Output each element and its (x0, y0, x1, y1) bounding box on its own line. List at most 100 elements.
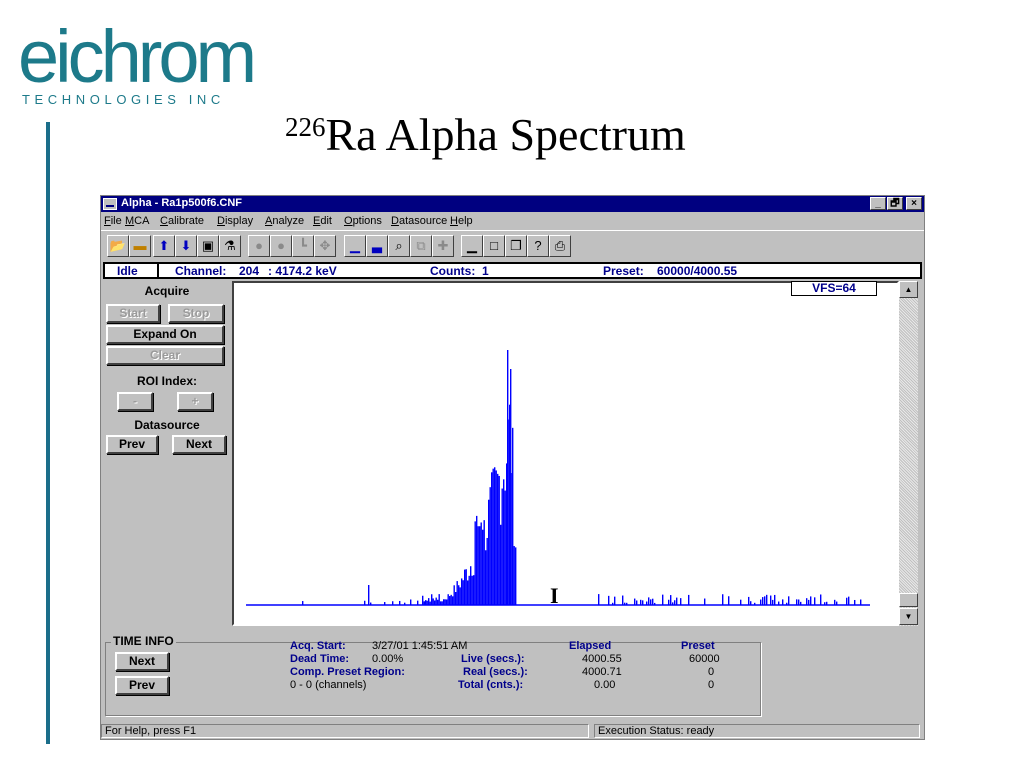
spectrum-channel-bar (497, 473, 499, 605)
spectrum-channel-bar (748, 596, 750, 605)
down-arrow-icon[interactable]: ⬇ (175, 235, 197, 257)
spectrum-channel-bar (429, 601, 431, 605)
scroll-up-button[interactable]: ▲ (899, 281, 918, 298)
spectrum-channel-bar (504, 490, 506, 605)
spectrum-peak-bar (507, 350, 509, 605)
spectrum-channel-bar (680, 598, 682, 605)
open-folder-icon[interactable]: ▬ (129, 235, 151, 257)
spectrum-channel-bar (485, 550, 487, 605)
print-icon[interactable]: ⎙ (549, 235, 571, 257)
spectrum-channel-bar (814, 597, 816, 605)
clear-button[interactable]: Clear (106, 346, 224, 365)
maximize-button[interactable]: 🗗 (887, 197, 903, 210)
rectangle-icon[interactable]: ┗ (292, 235, 314, 257)
spectrum-channel-bar (676, 597, 678, 605)
roi-previous-button[interactable]: - (117, 392, 153, 411)
toolbar: 📂 ▬ ⬆ ⬇ ▣ ⚗ ● ● ┗ ✥ ▁ ▃ ⌕ ⧉ ✚ ▁ □ ❐ ? ⎙ (101, 230, 924, 260)
plus-icon[interactable]: ✚ (432, 235, 454, 257)
spectrum-channel-bar (425, 600, 427, 605)
spectrum-2-icon[interactable]: ▃ (366, 235, 388, 257)
spectrum-channel-bar (459, 587, 461, 605)
spectrum-plot[interactable]: I (232, 281, 899, 626)
spectrum-channel-bar (728, 596, 730, 605)
spectrum-channel-bar (302, 601, 304, 605)
spectrum-channel-bar (834, 599, 836, 605)
start-button[interactable]: Start (106, 304, 160, 323)
preset-value: 60000/4000.55 (657, 264, 738, 278)
spectrum-channel-bar (808, 599, 810, 605)
spectrum-channel-bar (782, 599, 784, 605)
spectrum-channel-bar (468, 575, 470, 605)
spectrum-channel-bar (640, 599, 642, 605)
window-icon[interactable]: □ (483, 235, 505, 257)
expand-on-button[interactable]: Expand On (106, 325, 224, 344)
alpha-app-window: Alpha - Ra1p500f6.CNF _ 🗗 × File MCA Cal… (100, 195, 925, 740)
time-info-prev-button[interactable]: Prev (115, 676, 169, 695)
menu-help[interactable]: Help (450, 215, 473, 227)
menu-options[interactable]: Options (344, 215, 382, 227)
menu-calibrate[interactable]: Calibrate (160, 215, 204, 227)
vertical-scrollbar[interactable]: ▲ ▼ (899, 281, 918, 626)
menu-display[interactable]: Display (217, 215, 253, 227)
spectrum-channel-bar (826, 601, 828, 605)
menu-datasource[interactable]: Datasource (391, 215, 447, 227)
spectrum-channel-bar (762, 597, 764, 605)
layers-icon[interactable]: ⧉ (410, 235, 432, 257)
spectrum-channel-bar (772, 599, 774, 605)
window-titlebar[interactable]: Alpha - Ra1p500f6.CNF _ 🗗 × (101, 196, 924, 212)
spectrum-channel-bar (854, 599, 856, 605)
real-preset-value: 0 (708, 666, 715, 678)
spectrum-channel-bar (477, 526, 479, 605)
channel-value: 204 (239, 264, 260, 278)
save-icon[interactable]: ▣ (197, 235, 219, 257)
menu-edit[interactable]: Edit (313, 215, 332, 227)
calibrate-icon[interactable]: ⚗ (219, 235, 241, 257)
time-info-next-button[interactable]: Next (115, 652, 169, 671)
close-button[interactable]: × (906, 197, 922, 210)
spectrum-channel-bar (624, 602, 626, 605)
menu-analyze[interactable]: Analyze (265, 215, 304, 227)
menu-bar: File MCA Calibrate Display Analyze Edit … (101, 212, 924, 230)
spectrum-channel-bar (636, 600, 638, 605)
scroll-thumb[interactable] (899, 593, 918, 607)
circle-icon[interactable]: ● (248, 235, 270, 257)
tile-icon[interactable]: ❐ (505, 235, 527, 257)
menu-mca[interactable]: MCA (125, 215, 149, 227)
datasource-next-button[interactable]: Next (172, 435, 226, 454)
channel-cursor-marker: I (550, 583, 559, 608)
up-arrow-icon[interactable]: ⬆ (153, 235, 175, 257)
zoom-icon[interactable]: ⌕ (388, 235, 410, 257)
spectrum-channel-bar (704, 598, 706, 605)
spectrum-channel-bar (836, 601, 838, 605)
spectrum-channel-bar (455, 591, 457, 605)
spectrum-channel-bar (750, 601, 752, 605)
spectrum-icon[interactable]: ▁ (344, 235, 366, 257)
logo-wordmark: eichrom (18, 15, 257, 98)
spectrum-channel-bar (450, 594, 452, 605)
energy-value: : 4174.2 keV (268, 264, 337, 278)
spectrum-channel-bar (798, 599, 800, 605)
spectrum-channel-bar (824, 602, 826, 605)
spectrum-channel-bar (447, 594, 449, 605)
spectrum-channel-bar (688, 594, 690, 605)
settings-icon[interactable]: ✥ (314, 235, 336, 257)
spectrum-channel-bar (479, 526, 481, 605)
app-icon[interactable] (103, 198, 117, 210)
counts-label: Counts: (430, 264, 476, 278)
stop-button[interactable]: Stop (168, 304, 224, 323)
spectrum-channel-bar (662, 594, 664, 605)
spectrum-channel-bar (431, 594, 433, 605)
spectrum-channel-bar (786, 602, 788, 605)
minimize-button[interactable]: _ (870, 197, 886, 210)
scroll-down-button[interactable]: ▼ (899, 608, 918, 625)
menu-file[interactable]: File (104, 215, 122, 227)
spectrum-channel-bar (650, 599, 652, 605)
roi-next-button[interactable]: + (177, 392, 213, 411)
open-icon[interactable]: 📂 (107, 235, 129, 257)
help-icon[interactable]: ? (527, 235, 549, 257)
logo-subtitle: TECHNOLOGIES INC (22, 92, 225, 107)
datasource-prev-button[interactable]: Prev (106, 435, 158, 454)
acquisition-status-bar: Idle Channel: 204 : 4174.2 keV Counts: 1… (103, 262, 922, 279)
minimize-icon[interactable]: ▁ (461, 235, 483, 257)
circle-icon[interactable]: ● (270, 235, 292, 257)
